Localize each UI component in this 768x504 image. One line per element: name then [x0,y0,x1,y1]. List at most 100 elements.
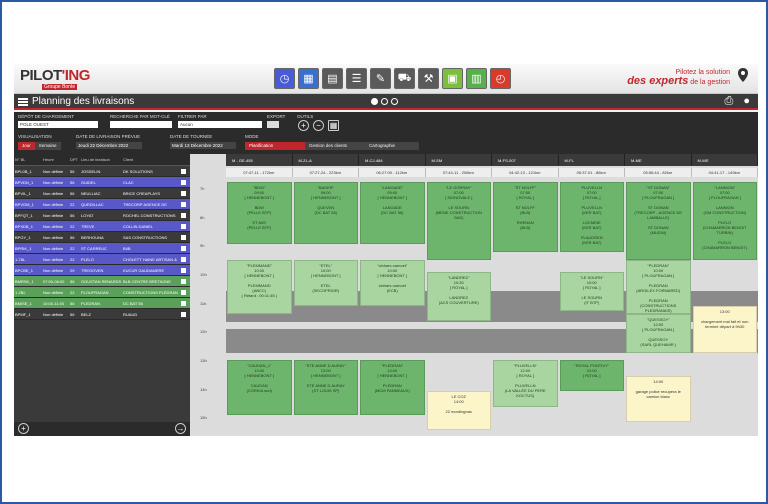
table-row[interactable]: 1-78L Non définie 22 PLELO CHOLETT HAINE ART… [14,254,190,265]
view-option-day[interactable]: Jour [18,142,35,150]
delivery-slot[interactable]: "clohars carnoet" 10:00[ HENNEBONT ] cloh… [360,259,425,306]
plus-icon[interactable]: + [298,120,309,131]
column-header[interactable]: N° BL [14,154,42,165]
delivery-slot[interactable]: PLUVELLN 07:00[ ROYAL ] PLUVELLN (KER BAT)… [559,182,624,252]
tab-map[interactable]: Cartographie [365,142,419,150]
row-checkbox[interactable] [181,224,186,229]
table-row[interactable]: BPMF_1 Non définie 56 BELZ RUAUD [14,309,190,320]
vehicle-column-header[interactable]: M - GE-455 [226,154,293,166]
table-row[interactable]: BPL0B_1 Non définie 56 JOSSELIN DK SOLUTIONS [14,166,190,177]
delivery-slot[interactable]: "LE SOURN" 10:00[ ROYAL ] LE SOURN (IT BTP… [559,271,624,311]
row-checkbox[interactable] [181,191,186,196]
table-cell: 56 [70,180,75,185]
delivery-slot[interactable]: "ST DONAN" 07:00[ PLOUFRAGAN ] ST DONAN (T… [626,182,691,260]
table-row[interactable]: BPVDN_1 Non définie 56 GUIDEL CLAC [14,177,190,188]
delivery-slot[interactable]: "ROYAL PONTIVY" 12:00[ ROYAL ] [559,360,624,392]
minus-icon[interactable]: − [313,120,324,131]
column-header[interactable]: Lieu de livraison [80,154,122,165]
delivery-slot[interactable]: "PLEDRAN" 13:00[ HENNEBONT ] PLEDRAN (MCM … [360,360,425,415]
form-app-icon[interactable]: ▤ [322,68,343,89]
delivery-slot[interactable]: "ETEL" 10:00[ HENNEBONT ] ETEL (SECOPRIOR) [293,259,358,306]
table-row[interactable]: BPCBE_1 Non définie 29 TREGOVEN KUCUR GAUDAM… [14,265,190,276]
row-checkbox[interactable] [181,213,186,218]
clock-app-icon[interactable]: ◷ [274,68,295,89]
row-checkbox[interactable] [181,246,186,251]
list-app-icon[interactable]: ☰ [346,68,367,89]
delivery-slot[interactable]: "STE ANNE D AURAY" 13:00[ HENNEBONT ] STE… [293,360,358,415]
table-cell: JOSSELIN [81,169,101,174]
filter-select[interactable]: Aucun [178,121,262,128]
user-icon[interactable]: ● [743,95,750,108]
vehicle-column-header[interactable]: M-CJ-484 [359,154,426,166]
row-checkbox[interactable] [181,202,186,207]
table-row[interactable]: BMISE_1 10:00-11:00 56 PLEDRAN DC BAT 56 [14,298,190,309]
vehicle-column-header[interactable]: M-SM [425,154,492,166]
hamburger-menu-icon[interactable] [18,98,28,106]
green-app-icon-2[interactable]: ▥ [466,68,487,89]
grid-app-icon[interactable]: ▦ [298,68,319,89]
delivery-slot[interactable]: "BDW" 09:00[ HENNEBONT ] BDW (PELLE BTP) S… [227,182,292,244]
row-checkbox[interactable] [181,169,186,174]
row-checkbox[interactable] [181,290,186,295]
table-row[interactable]: BPGY_1 Non définie 56 BERHOUNA SAS CONSTRUCT… [14,232,190,243]
row-checkbox[interactable] [181,268,186,273]
tools-app-icon[interactable]: ⚒ [418,68,439,89]
vehicle-column-header[interactable]: M-FL [558,154,625,166]
vehicle-column-header[interactable]: M-WE [691,154,758,166]
row-checkbox[interactable] [181,279,186,284]
page-dot-1[interactable] [371,98,378,105]
table-row[interactable]: 1 ZBL Non définie 22 PLOUFRAGAN CONSTRUCTION… [14,287,190,298]
delivery-slot[interactable]: "PLUVELLN" 12:00[ ROYAL ] PLUVELLN (LA VAL… [493,360,558,407]
row-checkbox[interactable] [181,312,186,317]
edit-app-icon[interactable]: ✎ [370,68,391,89]
calendar-icon[interactable]: ▦ [328,120,339,131]
delivery-slot[interactable]: "QUESSOY" 12:00[ PLOUFRAGAN ] QUESSOY (SAR… [626,313,691,353]
delivery-slot[interactable]: "LANGADE" 09:00[ HENNEBONT ] LANGADE (DC B… [360,182,425,244]
history-app-icon[interactable]: ◴ [490,68,511,89]
delivery-slot[interactable]: 14:00 garage police recupera le camion bl… [626,375,691,423]
delivery-slot[interactable]: 13:00 chargement mal fait et non terminé … [692,306,757,353]
logo[interactable]: PILOT'ING Groupe Bonte [20,67,94,91]
next-icon[interactable]: → [175,423,186,434]
search-input[interactable] [110,121,172,128]
row-checkbox[interactable] [181,235,186,240]
tour-date-label: Date de tournée [170,134,213,139]
tab-planification[interactable]: Planification [245,142,305,150]
depot-select[interactable]: POLE OUEST [18,121,98,128]
row-checkbox[interactable] [181,301,186,306]
table-row[interactable]: BPVGM_1 Non définie 22 QUEDILLAC TRECORP AGE… [14,199,190,210]
row-checkbox[interactable] [181,180,186,185]
vehicle-column-header[interactable]: M-ZL-A [292,154,359,166]
tour-date-field[interactable]: Mardi 13 Décembre 2022 [170,142,236,149]
page-dot-3[interactable] [391,98,398,105]
delivery-slot[interactable]: "BADER" 09:00[ HENNEBONT ] QUEVEN (DC BAT … [293,182,358,244]
vehicle-column-header[interactable]: M-FS-007 [492,154,559,166]
delivery-slot[interactable]: "PLEDRAN" 10:00[ PLOUFRAGAN ] PLEDRAN (ARG… [626,259,691,314]
delivery-slot[interactable]: "LANNION" 07:00[ PLOUFRAGAN ] LANNION (GM … [692,182,757,260]
green-app-icon[interactable]: ▣ [442,68,463,89]
delivery-slot[interactable]: "ST NOLFF" 07:00[ ROYAL ] ST NOLFF (BLB) R… [493,182,558,252]
table-row[interactable]: BPVIL_1 Non définie 56 NEULLIAC BRICE CREAPL… [14,188,190,199]
view-option-week[interactable]: Semaine [34,142,61,150]
delivery-slot[interactable]: "LANDREZ" 10:30[ ROYAL ] LANDREZ (ACS COUV… [426,271,491,322]
column-header[interactable]: DPT [69,154,80,165]
table-row[interactable]: BPXDB_1 Non définie 22 TREVE COLLIN DANIEL [14,221,190,232]
table-row[interactable]: BPRIK_1 Non définie 22 ST CARREUC BIIB [14,243,190,254]
vehicle-column-header[interactable]: M-ME [625,154,692,166]
print-icon[interactable]: ⎙ [725,95,734,108]
delivery-slot[interactable]: "CAUDAN_1" 13:00[ HENNEBONT ] CAUDAN (CORK… [227,360,292,415]
row-checkbox[interactable] [181,257,186,262]
page-dot-2[interactable] [381,98,388,105]
delivery-date-field[interactable]: Jeudi 22 Décembre 2022 [76,142,142,149]
tab-client-management[interactable]: Gestion des clients [305,142,365,150]
add-icon[interactable]: + [18,423,29,434]
delivery-slot[interactable]: LE COZ 14:00 22 mordingnac [426,391,491,430]
export-button[interactable] [267,121,279,128]
column-header[interactable]: Heure [42,154,69,165]
delivery-slot[interactable]: "LE GORRAY" 07:00[ SIGNOVALE ] LE SOURN (M… [426,182,491,260]
delivery-slot[interactable]: "PLEMMAND" 10:00[ HENNEBONT ] PLEMMAND (AB… [227,259,292,314]
truck-app-icon[interactable]: ⛟ [394,68,415,89]
table-row[interactable]: BPFQT_1 Non définie 56 LOYAT ROCHEL CONSTRUC… [14,210,190,221]
table-row[interactable]: BMRSK_1 07:00-08:00 56 GOUSTAN RENARDS BLB C… [14,276,190,287]
column-header[interactable]: Client [122,154,178,165]
